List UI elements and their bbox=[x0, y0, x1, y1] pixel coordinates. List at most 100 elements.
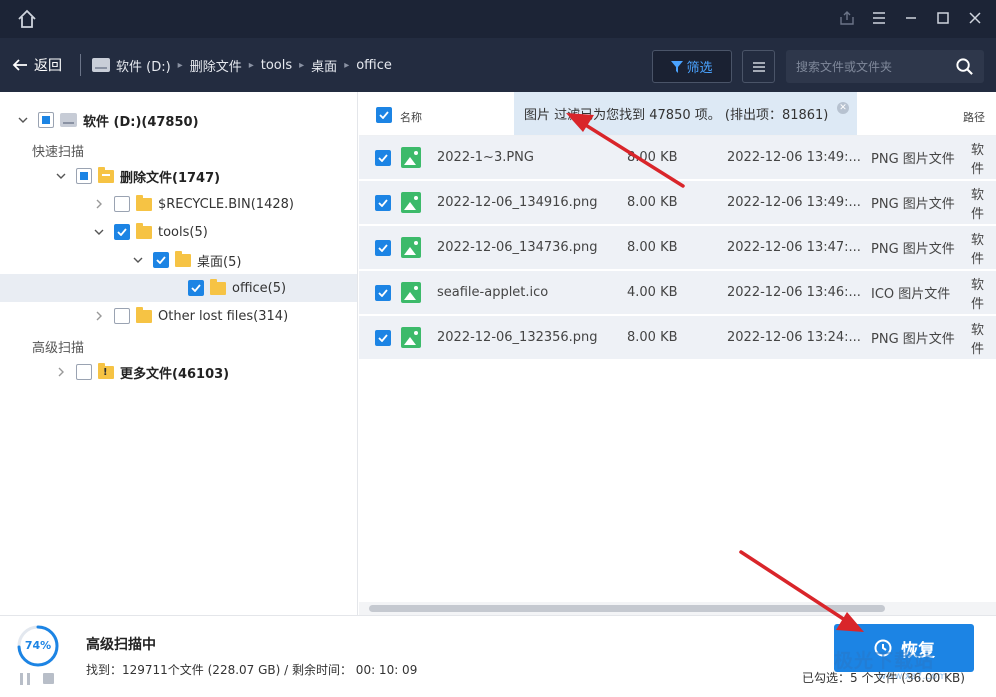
filter-notification-text: 图片 过滤已为您找到 47850 项。 (排出项：81861) bbox=[524, 108, 829, 123]
filter-button[interactable]: 筛选 bbox=[652, 50, 732, 83]
folder-tree-panel: 软件 (D:)(47850) 快速扫描 删除文件(1747) $RECYCLE.… bbox=[0, 92, 358, 615]
maximize-icon[interactable] bbox=[934, 9, 952, 27]
horizontal-scrollbar[interactable] bbox=[359, 602, 996, 615]
tree-item-tools[interactable]: tools(5) bbox=[92, 218, 208, 246]
tree-checkbox[interactable] bbox=[153, 252, 169, 268]
file-type: PNG 图片文件 bbox=[871, 152, 955, 167]
file-date: 2022-12-06 13:46:... bbox=[727, 285, 861, 300]
folder-icon bbox=[136, 306, 152, 323]
close-icon[interactable] bbox=[966, 9, 984, 27]
tree-checkbox[interactable] bbox=[188, 280, 204, 296]
chevron-down-icon[interactable] bbox=[54, 169, 68, 183]
table-row[interactable]: 2022-12-06_134916.png 8.00 KB 2022-12-06 1… bbox=[359, 181, 996, 225]
tree-item-recycle[interactable]: $RECYCLE.BIN(1428) bbox=[92, 190, 294, 218]
chevron-down-icon[interactable] bbox=[92, 225, 106, 239]
tree-item-root[interactable]: 软件 (D:)(47850) bbox=[16, 106, 199, 134]
row-checkbox[interactable] bbox=[375, 195, 391, 211]
home-icon[interactable] bbox=[16, 8, 38, 30]
column-header-name[interactable]: 名称 bbox=[400, 109, 422, 125]
tree-item-label: 软件 (D:)(47850) bbox=[83, 114, 199, 130]
file-size: 4.00 KB bbox=[627, 285, 678, 300]
tree-item-label: 桌面(5) bbox=[197, 254, 242, 270]
minimize-icon[interactable] bbox=[902, 9, 920, 27]
status-bar: 74% 高级扫描中 找到：129711个文件 (228.07 GB) / 剩余时… bbox=[0, 615, 996, 697]
breadcrumb-item[interactable]: office bbox=[356, 58, 392, 73]
chevron-right-icon[interactable] bbox=[92, 197, 106, 211]
tree-item-label: office(5) bbox=[232, 280, 287, 296]
file-type: ICO 图片文件 bbox=[871, 287, 951, 302]
file-name: seafile-applet.ico bbox=[437, 285, 549, 300]
tree-item-office[interactable]: office(5) bbox=[0, 274, 357, 302]
breadcrumb-item[interactable]: tools bbox=[261, 58, 292, 73]
list-header: 名称 路径 图片 过滤已为您找到 47850 项。 (排出项：81861) ✕ bbox=[359, 92, 996, 136]
chevron-right-icon: ▸ bbox=[177, 59, 183, 71]
chevron-down-icon[interactable] bbox=[16, 113, 30, 127]
file-date: 2022-12-06 13:47:... bbox=[727, 240, 861, 255]
tree-item-deleted[interactable]: 删除文件(1747) bbox=[54, 162, 220, 190]
tree-checkbox[interactable] bbox=[114, 308, 130, 324]
file-size: 8.00 KB bbox=[627, 330, 678, 345]
trash-folder-icon bbox=[98, 166, 114, 183]
table-row[interactable]: 2022-12-06_134736.png 8.00 KB 2022-12-06 1… bbox=[359, 226, 996, 270]
row-checkbox[interactable] bbox=[375, 150, 391, 166]
chevron-right-icon: ▸ bbox=[248, 59, 254, 71]
nav-divider bbox=[80, 54, 81, 76]
tree-checkbox[interactable] bbox=[114, 196, 130, 212]
table-row[interactable]: 2022-1~3.PNG 8.00 KB 2022-12-06 13:49:... P… bbox=[359, 136, 996, 180]
warning-folder-icon bbox=[98, 362, 114, 379]
view-menu-button[interactable] bbox=[742, 50, 775, 83]
search-box bbox=[786, 50, 984, 83]
tree-item-label: tools(5) bbox=[158, 224, 208, 240]
row-checkbox[interactable] bbox=[375, 285, 391, 301]
breadcrumb-item[interactable]: 桌面 bbox=[311, 56, 337, 75]
folder-icon bbox=[210, 278, 226, 295]
filter-notification: 图片 过滤已为您找到 47850 项。 (排出项：81861) ✕ bbox=[514, 92, 857, 135]
tree-checkbox[interactable] bbox=[38, 112, 54, 128]
tree-item-other-lost[interactable]: Other lost files(314) bbox=[92, 302, 288, 330]
breadcrumb-item[interactable]: 软件 (D:) bbox=[116, 56, 171, 75]
search-input[interactable] bbox=[796, 50, 946, 83]
file-type: PNG 图片文件 bbox=[871, 197, 955, 212]
column-header-path[interactable]: 路径 bbox=[963, 109, 985, 125]
stop-icon[interactable] bbox=[43, 673, 54, 684]
scan-status-info: 找到：129711个文件 (228.07 GB) / 剩余时间： 00: 10:… bbox=[86, 663, 418, 677]
chevron-down-icon[interactable] bbox=[131, 253, 145, 267]
tree-checkbox[interactable] bbox=[76, 168, 92, 184]
image-file-icon bbox=[401, 147, 421, 168]
file-size: 8.00 KB bbox=[627, 195, 678, 210]
scan-status-title: 高级扫描中 bbox=[86, 637, 156, 653]
share-icon[interactable] bbox=[838, 9, 856, 27]
file-list-panel: 名称 路径 图片 过滤已为您找到 47850 项。 (排出项：81861) ✕ … bbox=[359, 92, 996, 615]
arrow-left-icon bbox=[12, 59, 27, 71]
file-date: 2022-12-06 13:24:... bbox=[727, 330, 861, 345]
menu-icon[interactable] bbox=[870, 9, 888, 27]
breadcrumb-item[interactable]: 删除文件 bbox=[190, 56, 242, 75]
back-button[interactable]: 返回 bbox=[12, 55, 62, 75]
tree-item-label: 更多文件(46103) bbox=[120, 366, 230, 382]
image-file-icon bbox=[401, 192, 421, 213]
filter-icon bbox=[671, 60, 684, 73]
tree-item-more-files[interactable]: 更多文件(46103) bbox=[54, 358, 229, 386]
nav-bar: 返回 软件 (D:) ▸ 删除文件 ▸ tools ▸ 桌面 ▸ office … bbox=[0, 38, 996, 92]
close-icon[interactable]: ✕ bbox=[837, 102, 849, 114]
back-label: 返回 bbox=[34, 58, 62, 74]
breadcrumb: 软件 (D:) ▸ 删除文件 ▸ tools ▸ 桌面 ▸ office bbox=[92, 55, 392, 75]
select-all-checkbox[interactable] bbox=[376, 107, 392, 123]
chevron-right-icon[interactable] bbox=[92, 309, 106, 323]
tree-checkbox[interactable] bbox=[76, 364, 92, 380]
image-file-icon bbox=[401, 237, 421, 258]
pause-icon[interactable] bbox=[19, 673, 31, 685]
tree-checkbox[interactable] bbox=[114, 224, 130, 240]
row-checkbox[interactable] bbox=[375, 330, 391, 346]
scrollbar-thumb[interactable] bbox=[369, 605, 885, 612]
table-row[interactable]: 2022-12-06_132356.png 8.00 KB 2022-12-06 1… bbox=[359, 316, 996, 360]
row-checkbox[interactable] bbox=[375, 240, 391, 256]
search-icon[interactable] bbox=[955, 57, 974, 76]
file-path: 软件 bbox=[971, 187, 985, 222]
chevron-right-icon[interactable] bbox=[54, 365, 68, 379]
file-name: 2022-12-06_134916.png bbox=[437, 195, 598, 210]
tree-item-desktop[interactable]: 桌面(5) bbox=[131, 246, 241, 274]
file-size: 8.00 KB bbox=[627, 150, 678, 165]
table-row[interactable]: seafile-applet.ico 4.00 KB 2022-12-06 13:4… bbox=[359, 271, 996, 315]
chevron-right-icon: ▸ bbox=[299, 59, 305, 71]
